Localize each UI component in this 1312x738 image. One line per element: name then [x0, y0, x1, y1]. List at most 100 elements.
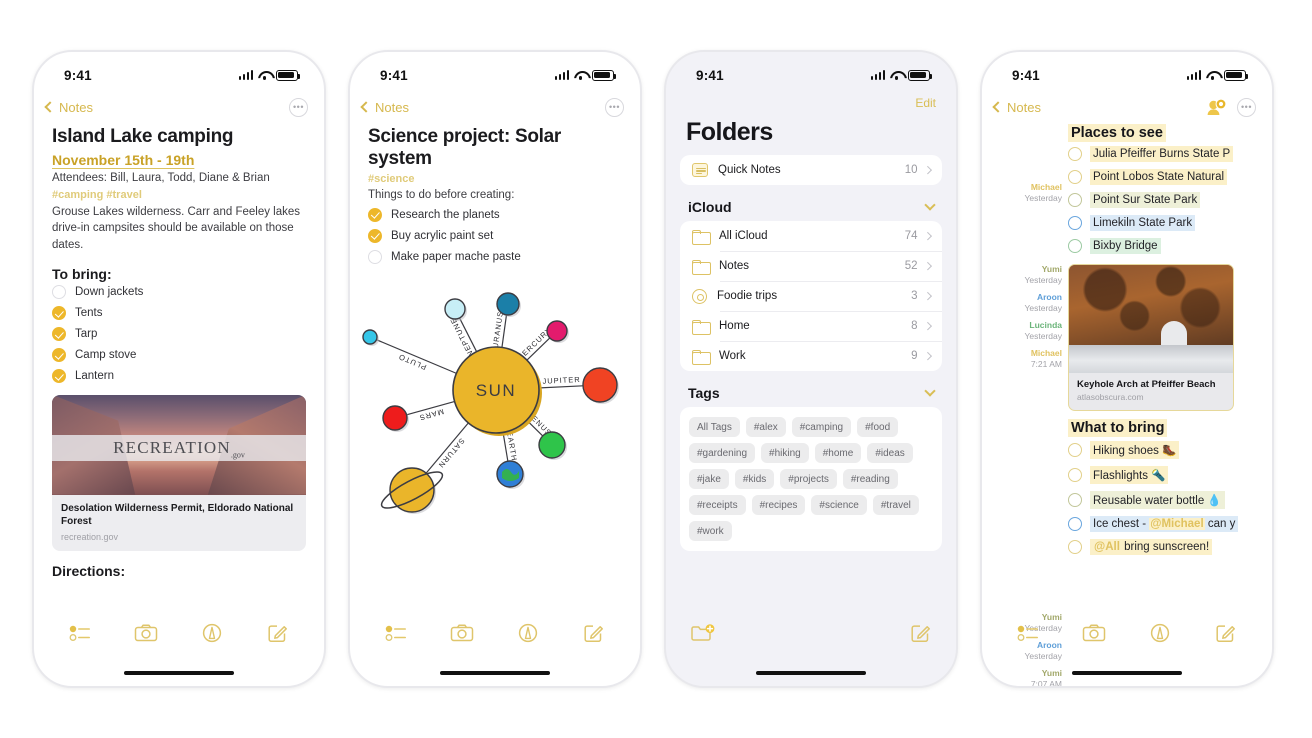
markup-icon[interactable]: [516, 623, 540, 645]
chevron-down-icon[interactable]: [924, 385, 936, 397]
more-options-button[interactable]: •••: [1237, 97, 1256, 117]
camera-icon[interactable]: [134, 623, 158, 645]
camera-icon[interactable]: [1082, 623, 1106, 645]
tag-chip[interactable]: #camping: [791, 417, 852, 437]
collaborators-icon[interactable]: [1206, 98, 1228, 117]
tag-chip[interactable]: All Tags: [689, 417, 740, 437]
tag-chip[interactable]: #jake: [689, 469, 729, 489]
checkbox-unchecked-icon[interactable]: [368, 249, 382, 264]
tag-chip[interactable]: #science: [811, 495, 867, 515]
tag-chip[interactable]: #hiking: [761, 443, 809, 463]
checkbox-unchecked-icon[interactable]: [1068, 516, 1082, 531]
checklist-row[interactable]: Tents: [52, 303, 306, 324]
icloud-label: iCloud: [688, 199, 732, 215]
folder-row[interactable]: All iCloud 74: [680, 221, 942, 251]
tag-chip[interactable]: #gardening: [689, 443, 756, 463]
camera-icon[interactable]: [450, 623, 474, 645]
compose-icon[interactable]: [581, 623, 605, 645]
tag-chip[interactable]: #home: [814, 443, 862, 463]
chevron-down-icon[interactable]: [924, 199, 936, 211]
chevron-right-icon: [923, 322, 932, 330]
checklist-row[interactable]: @All bring sunscreen!: [1068, 535, 1272, 558]
folder-row[interactable]: Foodie trips 3: [680, 281, 942, 311]
checkbox-checked-icon[interactable]: [368, 207, 382, 222]
checklist-row[interactable]: Lantern: [52, 366, 306, 387]
checkbox-checked-icon[interactable]: [52, 369, 66, 384]
checkbox-unchecked-icon[interactable]: [1068, 539, 1082, 554]
tag-chip[interactable]: #reading: [842, 469, 898, 489]
checklist-row[interactable]: Point Sur State Park: [1068, 188, 1272, 211]
checkbox-unchecked-icon[interactable]: [1068, 238, 1082, 253]
checklist-row[interactable]: Buy acrylic paint set: [368, 225, 622, 246]
more-options-button[interactable]: •••: [605, 97, 624, 117]
tag-chip[interactable]: #projects: [780, 469, 837, 489]
folder-count: 8: [911, 320, 918, 332]
compose-icon[interactable]: [908, 623, 932, 645]
folder-row[interactable]: Notes 52: [680, 251, 942, 281]
link-preview-card[interactable]: Keyhole Arch at Pfeiffer Beach atlasobsc…: [1068, 264, 1234, 411]
checkbox-unchecked-icon[interactable]: [1068, 169, 1082, 184]
checklist-icon[interactable]: [1017, 623, 1041, 645]
edit-button[interactable]: Edit: [915, 96, 936, 110]
tag-chip[interactable]: #kids: [734, 469, 775, 489]
checklist-row[interactable]: Bixby Bridge: [1068, 234, 1272, 257]
checkbox-checked-icon[interactable]: [52, 306, 66, 321]
markup-icon[interactable]: [1148, 623, 1172, 645]
mention[interactable]: @All: [1093, 540, 1121, 553]
tag-chip[interactable]: #alex: [745, 417, 786, 437]
link-preview-card[interactable]: RECREATION.gov Desolation Wilderness Per…: [52, 394, 306, 551]
checkbox-unchecked-icon[interactable]: [1068, 467, 1082, 482]
battery-icon: [908, 69, 932, 81]
checklist-label: Lantern: [75, 370, 115, 383]
checkbox-checked-icon[interactable]: [52, 348, 66, 363]
checklist-row[interactable]: Ice chest - @Michael can y: [1068, 512, 1272, 535]
checklist-row[interactable]: Make paper mache paste: [368, 246, 622, 267]
planet-mars-shape: [382, 405, 408, 431]
compose-icon[interactable]: [265, 623, 289, 645]
more-options-button[interactable]: •••: [289, 97, 308, 117]
tag-chip[interactable]: #receipts: [689, 495, 746, 515]
home-indicator[interactable]: [1072, 670, 1182, 675]
note-tag[interactable]: #science: [368, 173, 622, 185]
checklist-row[interactable]: Down jackets: [52, 282, 306, 303]
tag-chip[interactable]: #work: [689, 521, 732, 541]
checklist-row[interactable]: Camp stove: [52, 345, 306, 366]
checklist-icon[interactable]: [69, 623, 93, 645]
tag-chip[interactable]: #travel: [872, 495, 919, 515]
link-preview-url: atlasobscura.com: [1077, 392, 1144, 402]
home-indicator[interactable]: [124, 670, 234, 675]
markup-icon[interactable]: [200, 623, 224, 645]
home-indicator[interactable]: [440, 670, 550, 675]
tag-chip[interactable]: #ideas: [867, 443, 913, 463]
note-tags[interactable]: #camping #travel: [52, 189, 306, 201]
folder-row[interactable]: Work 9: [680, 341, 942, 371]
checkbox-checked-icon[interactable]: [52, 327, 66, 342]
checklist-row[interactable]: Tarp: [52, 324, 306, 345]
back-to-notes-button[interactable]: Notes: [992, 100, 1041, 115]
folder-row-quick-notes[interactable]: Quick Notes 10: [680, 155, 942, 185]
checkbox-unchecked-icon[interactable]: [1068, 442, 1082, 457]
compose-icon[interactable]: [1213, 623, 1237, 645]
checkbox-unchecked-icon[interactable]: [1068, 146, 1082, 161]
new-folder-icon[interactable]: [690, 623, 715, 645]
checklist-row[interactable]: Hiking shoes 🥾: [1068, 437, 1272, 462]
back-to-notes-button[interactable]: Notes: [44, 100, 93, 115]
checklist-row[interactable]: Flashlights 🔦: [1068, 462, 1272, 487]
checkbox-unchecked-icon[interactable]: [1068, 492, 1082, 507]
checklist-row[interactable]: Point Lobos State Natural: [1068, 165, 1272, 188]
home-indicator[interactable]: [756, 670, 866, 675]
folder-row[interactable]: Home 8: [680, 311, 942, 341]
checklist-row[interactable]: Julia Pfeiffer Burns State P: [1068, 142, 1272, 165]
mention[interactable]: @Michael: [1149, 517, 1205, 530]
checkbox-unchecked-icon[interactable]: [1068, 192, 1082, 207]
checkbox-checked-icon[interactable]: [368, 228, 382, 243]
back-to-notes-button[interactable]: Notes: [360, 100, 409, 115]
checklist-row[interactable]: Research the planets: [368, 204, 622, 225]
tag-chip[interactable]: #recipes: [751, 495, 806, 515]
checklist-icon[interactable]: [385, 623, 409, 645]
checkbox-unchecked-icon[interactable]: [52, 285, 66, 300]
checkbox-unchecked-icon[interactable]: [1068, 215, 1082, 230]
checklist-row[interactable]: Reusable water bottle 💧: [1068, 487, 1272, 512]
tag-chip[interactable]: #food: [857, 417, 899, 437]
checklist-row[interactable]: Limekiln State Park: [1068, 211, 1272, 234]
